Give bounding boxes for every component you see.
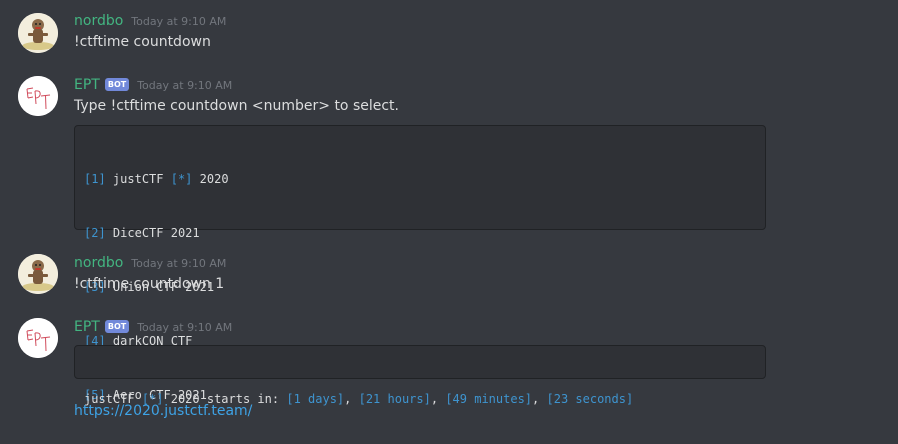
countdown-days: [1 days] <box>286 392 345 406</box>
timestamp: Today at 9:10 AM <box>131 256 227 270</box>
code-index: [1] <box>84 172 106 186</box>
countdown-seconds: [23 seconds] <box>546 392 634 406</box>
username[interactable]: nordbo <box>74 255 123 271</box>
countdown-minutes: [49 minutes] <box>445 392 533 406</box>
ctf-name: DiceCTF 2021 <box>112 226 200 240</box>
code-line: [1] justCTF [*] 2020 <box>84 170 756 188</box>
message-text: !ctftime countdown <box>74 34 211 50</box>
bot-tag-badge: BOT <box>104 319 130 333</box>
message-header: EPT BOT Today at 9:10 AM <box>74 317 232 337</box>
ept-logo-avatar-icon <box>18 318 58 358</box>
username[interactable]: nordbo <box>74 13 123 29</box>
timestamp: Today at 9:10 AM <box>137 78 233 92</box>
avatar-ept[interactable] <box>18 76 58 116</box>
username[interactable]: EPT <box>74 319 100 335</box>
message-text: !ctftime countdown 1 <box>74 276 225 292</box>
message-header: EPT BOT Today at 9:10 AM <box>74 75 232 95</box>
countdown-separator: , <box>532 392 540 406</box>
ctf-year: 2020 <box>199 172 229 186</box>
sock-monkey-avatar-icon <box>18 254 58 294</box>
message-header: nordbo Today at 9:10 AM <box>74 11 226 31</box>
countdown-code-block: justCTF [*] 2020 starts in: [1 days], [2… <box>74 345 766 406</box>
countdown-hours: [21 hours] <box>358 392 431 406</box>
code-index: [2] <box>84 226 106 240</box>
code-star: [*] <box>170 172 193 186</box>
ctf-name: justCTF <box>112 172 164 186</box>
sock-monkey-avatar-icon <box>18 13 58 53</box>
ept-logo-avatar-icon <box>18 76 58 116</box>
timestamp: Today at 9:10 AM <box>131 14 227 28</box>
bot-tag-badge: BOT <box>104 77 130 91</box>
timestamp: Today at 9:10 AM <box>137 320 233 334</box>
message-text: Type !ctftime countdown <number> to sele… <box>74 98 399 114</box>
username[interactable]: EPT <box>74 77 100 93</box>
countdown-separator: , <box>430 392 439 406</box>
avatar-nordbo[interactable] <box>18 13 58 53</box>
countdown-separator: , <box>344 392 352 406</box>
ctf-link[interactable]: https://2020.justctf.team/ <box>74 403 252 419</box>
avatar-ept[interactable] <box>18 318 58 358</box>
avatar-nordbo[interactable] <box>18 254 58 294</box>
code-block: [1] justCTF [*] 2020 [2] DiceCTF 2021 [3… <box>74 125 766 402</box>
message-header: nordbo Today at 9:10 AM <box>74 253 226 273</box>
code-line: [2] DiceCTF 2021 <box>84 224 756 242</box>
